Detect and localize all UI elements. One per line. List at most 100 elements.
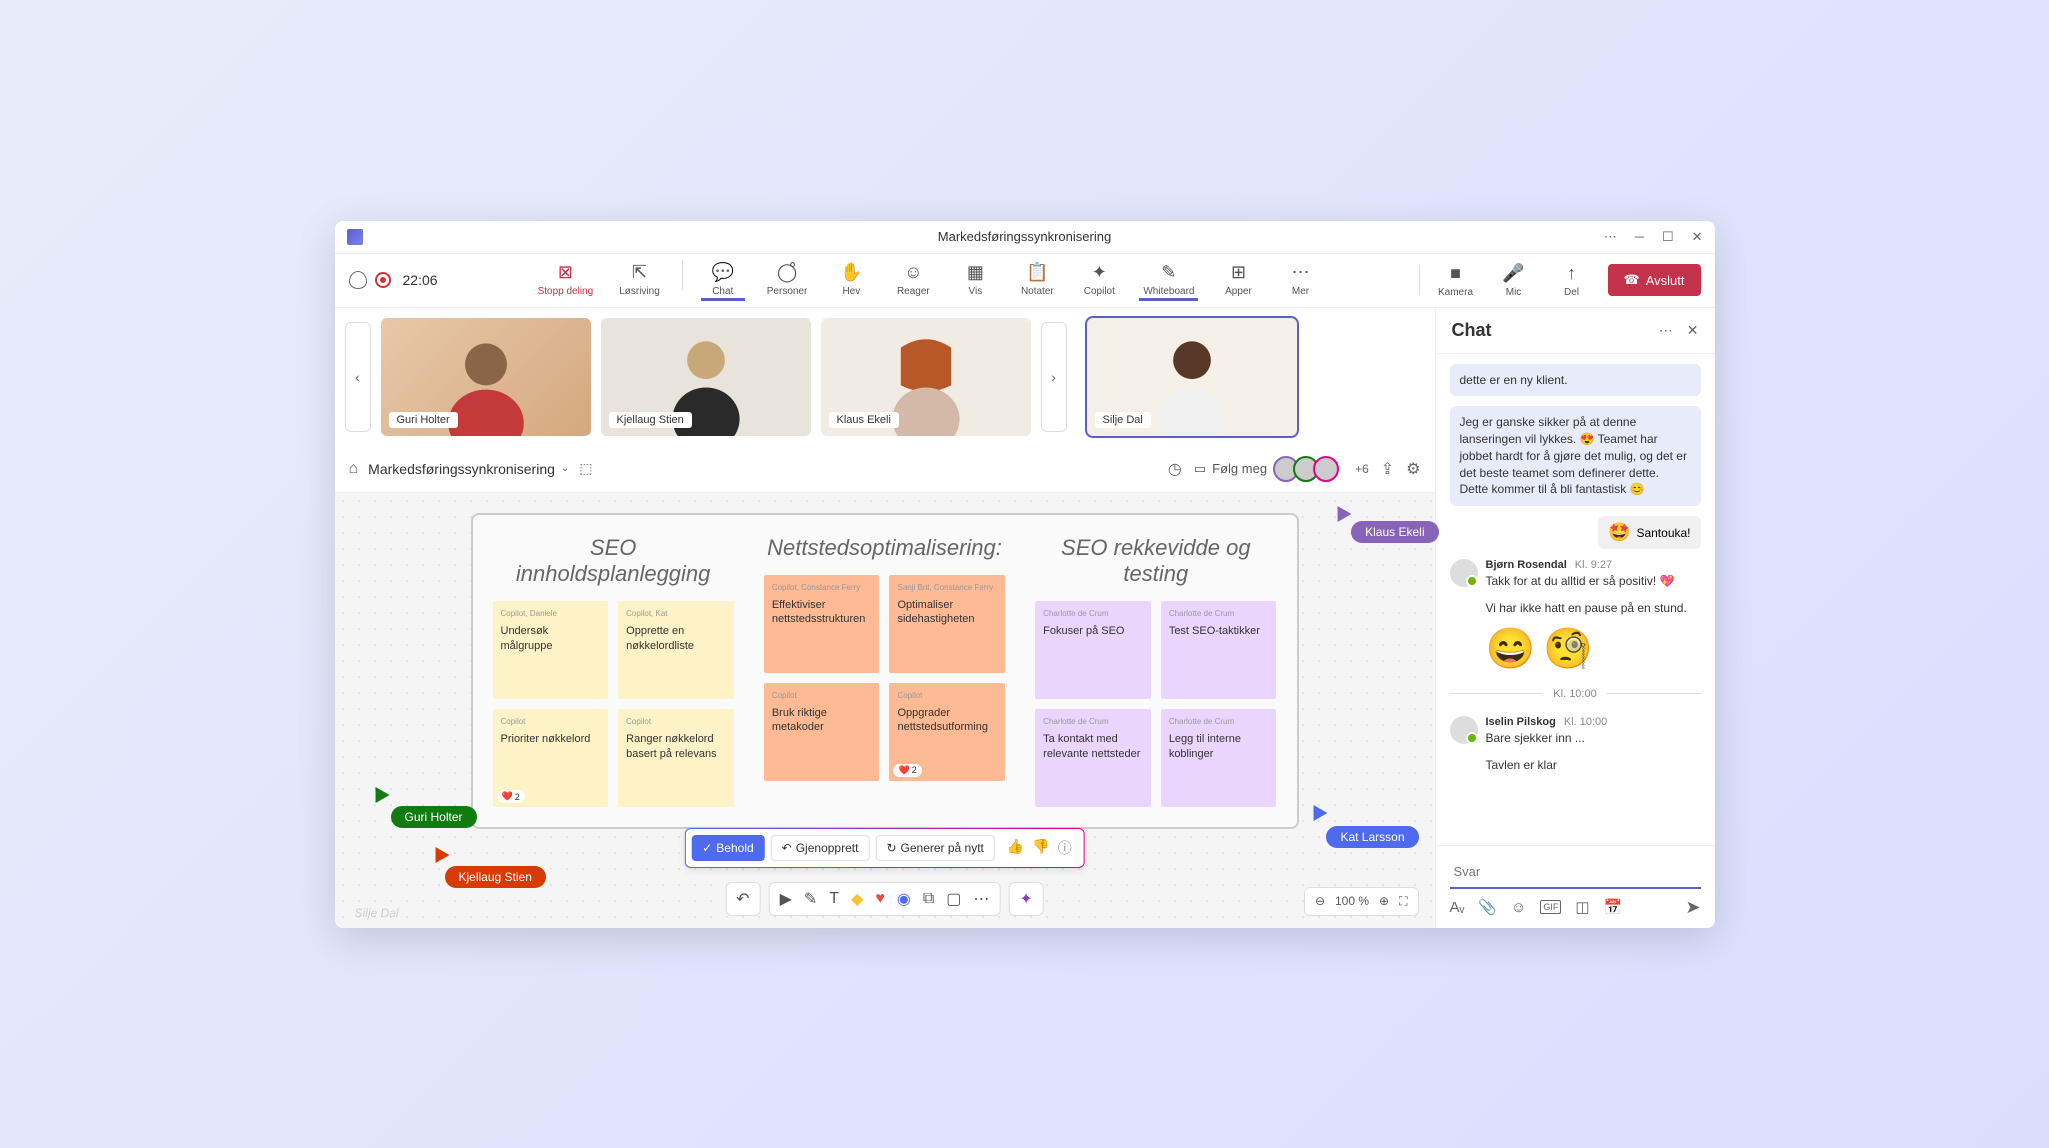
cursor-label: Klaus Ekeli: [1351, 521, 1438, 543]
image-icon[interactable]: ▢: [946, 889, 961, 909]
note-icon[interactable]: ◆: [851, 889, 863, 909]
react-button[interactable]: ☺Reager: [891, 260, 935, 299]
avatar-stack[interactable]: [1279, 456, 1339, 482]
sticky-note[interactable]: Charlotte de CrumLegg til interne koblin…: [1161, 709, 1277, 807]
whiteboard-button[interactable]: ✎Whiteboard: [1139, 260, 1198, 301]
sticky-note[interactable]: Copilot, DanieleUndersøk målgruppe: [493, 601, 609, 699]
avatar[interactable]: [1450, 716, 1478, 744]
zoom-in-icon[interactable]: ⊕: [1379, 894, 1389, 908]
raise-hand-button[interactable]: ✋Hev: [829, 260, 873, 299]
tool-group: ↶: [725, 882, 760, 916]
restore-button[interactable]: ↶ Gjenopprett: [771, 835, 870, 861]
chat-panel: Chat ⋯ ✕ dette er en ny klient. Jeg er g…: [1435, 308, 1715, 928]
emoji-icon[interactable]: ☺: [1511, 899, 1526, 916]
emoji-laugh-icon[interactable]: 😄: [1486, 625, 1536, 672]
pen-icon[interactable]: ✎: [804, 889, 817, 909]
fit-icon[interactable]: ⛶: [1399, 894, 1407, 909]
whiteboard-canvas[interactable]: SEO innholdsplanlegging Copilot, Daniele…: [335, 493, 1435, 928]
attach-icon[interactable]: 📎: [1478, 898, 1497, 916]
chat-header: Chat ⋯ ✕: [1436, 308, 1715, 354]
shape-icon[interactable]: ◉: [897, 889, 911, 909]
format-icon[interactable]: Aᵥ: [1450, 899, 1465, 916]
sticky-note[interactable]: CopilotBruk riktige metakoder: [764, 683, 880, 781]
sticky-note[interactable]: Copilot, KatOpprette en nøkkelordliste: [618, 601, 734, 699]
time-divider: Kl. 10:00: [1450, 688, 1701, 700]
sticker-icon[interactable]: ◫: [1575, 898, 1589, 916]
stop-sharing-button[interactable]: ⊠Stopp deling: [534, 260, 598, 299]
share-icon[interactable]: ⇪: [1381, 459, 1394, 479]
video-tile[interactable]: Klaus Ekeli: [821, 318, 1031, 436]
send-icon[interactable]: ➤: [1685, 897, 1700, 918]
regenerate-button[interactable]: ↻ Generer på nytt: [875, 835, 994, 861]
scroll-right-button[interactable]: ›: [1041, 322, 1067, 432]
sticky-note[interactable]: Copilot, Constance FerryEffektiviser net…: [764, 575, 880, 673]
notes-button[interactable]: 📋Notater: [1015, 260, 1059, 299]
maximize-icon[interactable]: ☐: [1662, 229, 1674, 245]
video-tile-active[interactable]: Silje Dal: [1087, 318, 1297, 436]
thumbs-up-icon[interactable]: 👍: [1007, 838, 1024, 858]
emoji-monocle-icon[interactable]: 🧐: [1543, 625, 1593, 672]
chat-message-block: Bjørn RosendalKl. 9:27 Takk for at du al…: [1450, 559, 1701, 672]
home-icon[interactable]: ⌂: [349, 460, 359, 478]
chat-body[interactable]: dette er en ny klient. Jeg er ganske sik…: [1436, 354, 1715, 845]
tag-icon[interactable]: ⬚: [579, 460, 592, 477]
sticky-note[interactable]: Charlotte de CrumTest SEO-taktikker: [1161, 601, 1277, 699]
keep-button[interactable]: ✓ Behold: [691, 835, 764, 861]
more-button[interactable]: ⋯Mer: [1278, 260, 1322, 299]
chat-input[interactable]: [1450, 856, 1701, 889]
chat-reaction[interactable]: 🤩Santouka!: [1598, 516, 1700, 549]
video-tile[interactable]: Guri Holter: [381, 318, 591, 436]
share-button[interactable]: ↑Del: [1550, 261, 1594, 300]
more-icon[interactable]: ⋯: [973, 889, 989, 909]
ai-feedback: 👍 👎 ⓘ: [1001, 838, 1078, 858]
mic-button[interactable]: 🎤Mic: [1492, 261, 1536, 300]
zoom-out-icon[interactable]: ⊖: [1315, 894, 1325, 908]
minimize-icon[interactable]: ─: [1635, 229, 1644, 245]
follow-me-button[interactable]: ▭Følg meg: [1194, 461, 1267, 477]
scroll-left-button[interactable]: ‹: [345, 322, 371, 432]
chat-text: Tavlen er klar: [1486, 757, 1701, 774]
shield-icon[interactable]: [349, 271, 367, 289]
sticky-note[interactable]: Charlotte de CrumFokuser på SEO: [1035, 601, 1151, 699]
note-reaction[interactable]: ❤️2: [497, 790, 525, 803]
more-icon[interactable]: ⋯: [1659, 322, 1673, 339]
reaction-icon[interactable]: ♥: [875, 890, 885, 908]
thumbs-down-icon[interactable]: 👎: [1032, 838, 1049, 858]
app-window: Markedsføringssynkronisering ⋯ ─ ☐ ✕ 22:…: [335, 221, 1715, 928]
copilot-button[interactable]: ✦Copilot: [1077, 260, 1121, 299]
popout-button[interactable]: ⇱Løsriving: [615, 260, 664, 299]
avatar-more-count[interactable]: +6: [1355, 462, 1369, 476]
undo-icon[interactable]: ↶: [736, 889, 749, 909]
sticky-note[interactable]: CopilotRanger nøkkelord basert på releva…: [618, 709, 734, 807]
whiteboard-tools: ↶ ▶ ✎ T ◆ ♥ ◉ ⧉ ▢ ⋯ ✦: [725, 882, 1044, 916]
info-icon[interactable]: ⓘ: [1058, 838, 1072, 858]
tool-group: ▶ ✎ T ◆ ♥ ◉ ⧉ ▢ ⋯: [769, 882, 1001, 916]
settings-icon[interactable]: ⚙: [1406, 459, 1420, 479]
view-button[interactable]: ▦Vis: [953, 260, 997, 299]
board-column: Nettstedsoptimalisering: Copilot, Consta…: [764, 535, 1005, 808]
text-icon[interactable]: T: [829, 890, 839, 908]
sticky-note[interactable]: Sanji Brit, Constance FerryOptimaliser s…: [889, 575, 1005, 673]
people-button[interactable]: ◯̊Personer: [763, 260, 812, 299]
sticky-note[interactable]: CopilotPrioriter nøkkelord❤️2: [493, 709, 609, 807]
sticky-note[interactable]: Charlotte de CrumTa kontakt med relevant…: [1035, 709, 1151, 807]
pointer-icon[interactable]: ▶: [780, 889, 792, 909]
timer-icon[interactable]: ◷: [1168, 459, 1182, 479]
record-icon[interactable]: [375, 272, 391, 288]
gif-icon[interactable]: GIF: [1540, 900, 1561, 914]
sticky-note[interactable]: CopilotOppgrader nettstedsutforming❤️2: [889, 683, 1005, 781]
leave-button[interactable]: ☎Avslutt: [1608, 264, 1701, 296]
more-icon[interactable]: ⋯: [1604, 229, 1617, 245]
avatar[interactable]: [1450, 559, 1478, 587]
camera-button[interactable]: ■Kamera: [1434, 261, 1478, 300]
whiteboard-title[interactable]: Markedsføringssynkronisering⌄: [368, 461, 569, 477]
apps-button[interactable]: ⊞Apper: [1216, 260, 1260, 299]
close-icon[interactable]: ✕: [1692, 229, 1703, 245]
link-icon[interactable]: ⧉: [923, 890, 934, 908]
note-reaction[interactable]: ❤️2: [893, 764, 921, 777]
chat-button[interactable]: 💬Chat: [701, 260, 745, 301]
close-icon[interactable]: ✕: [1687, 322, 1699, 339]
copilot-icon[interactable]: ✦: [1019, 889, 1032, 909]
schedule-icon[interactable]: 📅: [1604, 898, 1623, 916]
video-tile[interactable]: Kjellaug Stien: [601, 318, 811, 436]
